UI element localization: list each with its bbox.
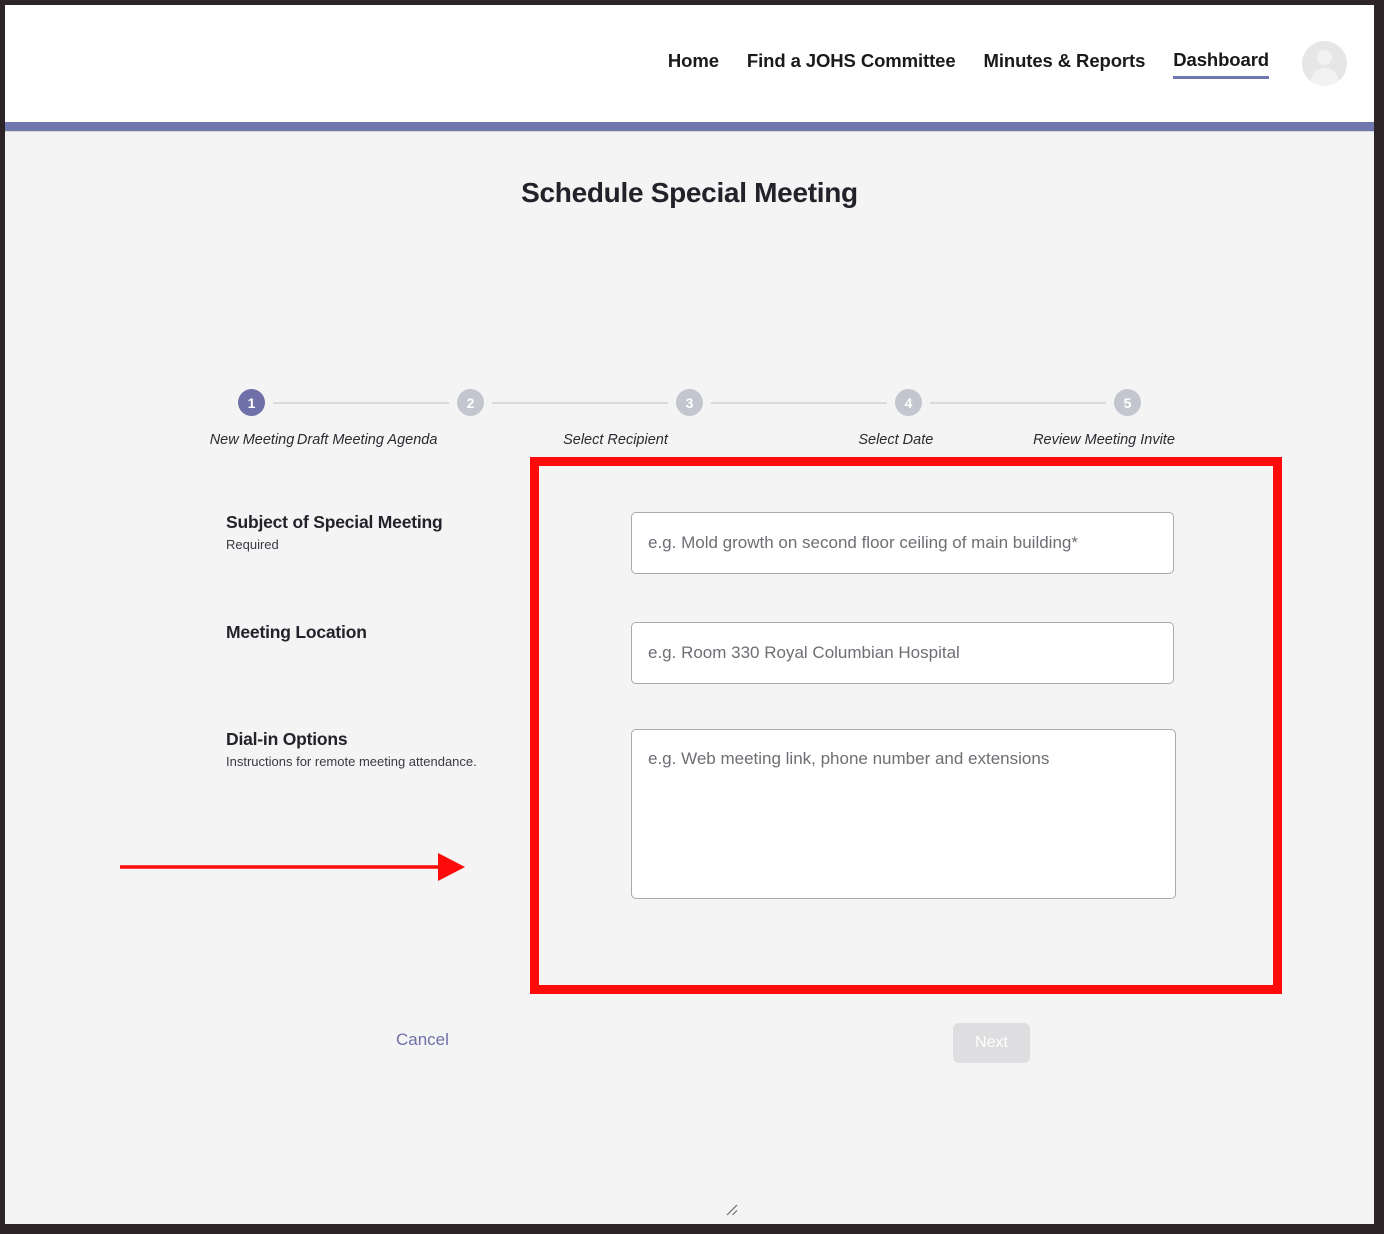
nav-link-dashboard[interactable]: Dashboard [1173, 49, 1269, 79]
page-title: Schedule Special Meeting [521, 177, 858, 208]
nav-link-minutes-and-reports[interactable]: Minutes & Reports [984, 50, 1146, 77]
location-label: Meeting Location [226, 622, 367, 642]
step-circle-4[interactable]: 4 [895, 389, 922, 416]
form-row-location: Meeting Location [226, 622, 1174, 684]
next-button[interactable]: Next [953, 1023, 1030, 1063]
stepper-circles-row: 1 2 3 4 5 [238, 389, 1141, 416]
form-row-dial-in: Dial-in Options Instructions for remote … [226, 729, 1176, 899]
form-row-subject: Subject of Special Meeting Required [226, 512, 1174, 574]
avatar-head-shape [1317, 50, 1332, 65]
subject-label-column: Subject of Special Meeting Required [226, 512, 626, 574]
step-connector-4-5 [930, 401, 1106, 404]
subject-label: Subject of Special Meeting [226, 512, 443, 532]
page-body: Schedule Special Meeting 1 2 3 4 5 New M… [5, 132, 1374, 1223]
cancel-button[interactable]: Cancel [396, 1030, 449, 1050]
screenshot-frame: Home Find a JOHS Committee Minutes & Rep… [0, 0, 1384, 1234]
stepper-labels-row: New Meeting Draft Meeting Agenda Select … [210, 432, 1175, 448]
dial-in-label-column: Dial-in Options Instructions for remote … [226, 729, 626, 899]
progress-stepper: 1 2 3 4 5 New Meeting Draft Meeting Agen… [210, 389, 1175, 448]
dial-in-textarea[interactable] [631, 729, 1176, 899]
location-label-column: Meeting Location [226, 622, 626, 684]
step-circle-1[interactable]: 1 [238, 389, 265, 416]
nav-link-home[interactable]: Home [668, 50, 719, 77]
step-circle-3[interactable]: 3 [676, 389, 703, 416]
resize-grip-icon[interactable] [724, 1202, 738, 1216]
step-circle-2[interactable]: 2 [457, 389, 484, 416]
dial-in-helper-text: Instructions for remote meeting attendan… [226, 753, 477, 769]
step-label-select-recipient: Select Recipient [563, 432, 668, 448]
avatar-body-shape [1310, 68, 1339, 86]
step-circle-5[interactable]: 5 [1114, 389, 1141, 416]
step-connector-3-4 [711, 401, 887, 404]
subject-required-note: Required [226, 536, 279, 552]
step-label-select-date: Select Date [858, 432, 934, 448]
top-navigation-bar: Home Find a JOHS Committee Minutes & Rep… [5, 5, 1374, 122]
step-label-draft-meeting-agenda: Draft Meeting Agenda [296, 432, 438, 448]
step-connector-2-3 [492, 401, 668, 404]
accent-divider-bar [5, 122, 1374, 132]
user-avatar-icon[interactable] [1302, 41, 1347, 86]
location-input[interactable] [631, 622, 1174, 684]
browser-window: Home Find a JOHS Committee Minutes & Rep… [5, 5, 1374, 1224]
dial-in-label: Dial-in Options [226, 729, 348, 749]
subject-input[interactable] [631, 512, 1174, 574]
step-label-review-meeting-invite: Review Meeting Invite [1033, 432, 1175, 448]
nav-links-group: Home Find a JOHS Committee Minutes & Rep… [668, 49, 1269, 79]
nav-link-find-a-johs-committee[interactable]: Find a JOHS Committee [747, 50, 956, 77]
step-connector-1-2 [273, 401, 449, 404]
